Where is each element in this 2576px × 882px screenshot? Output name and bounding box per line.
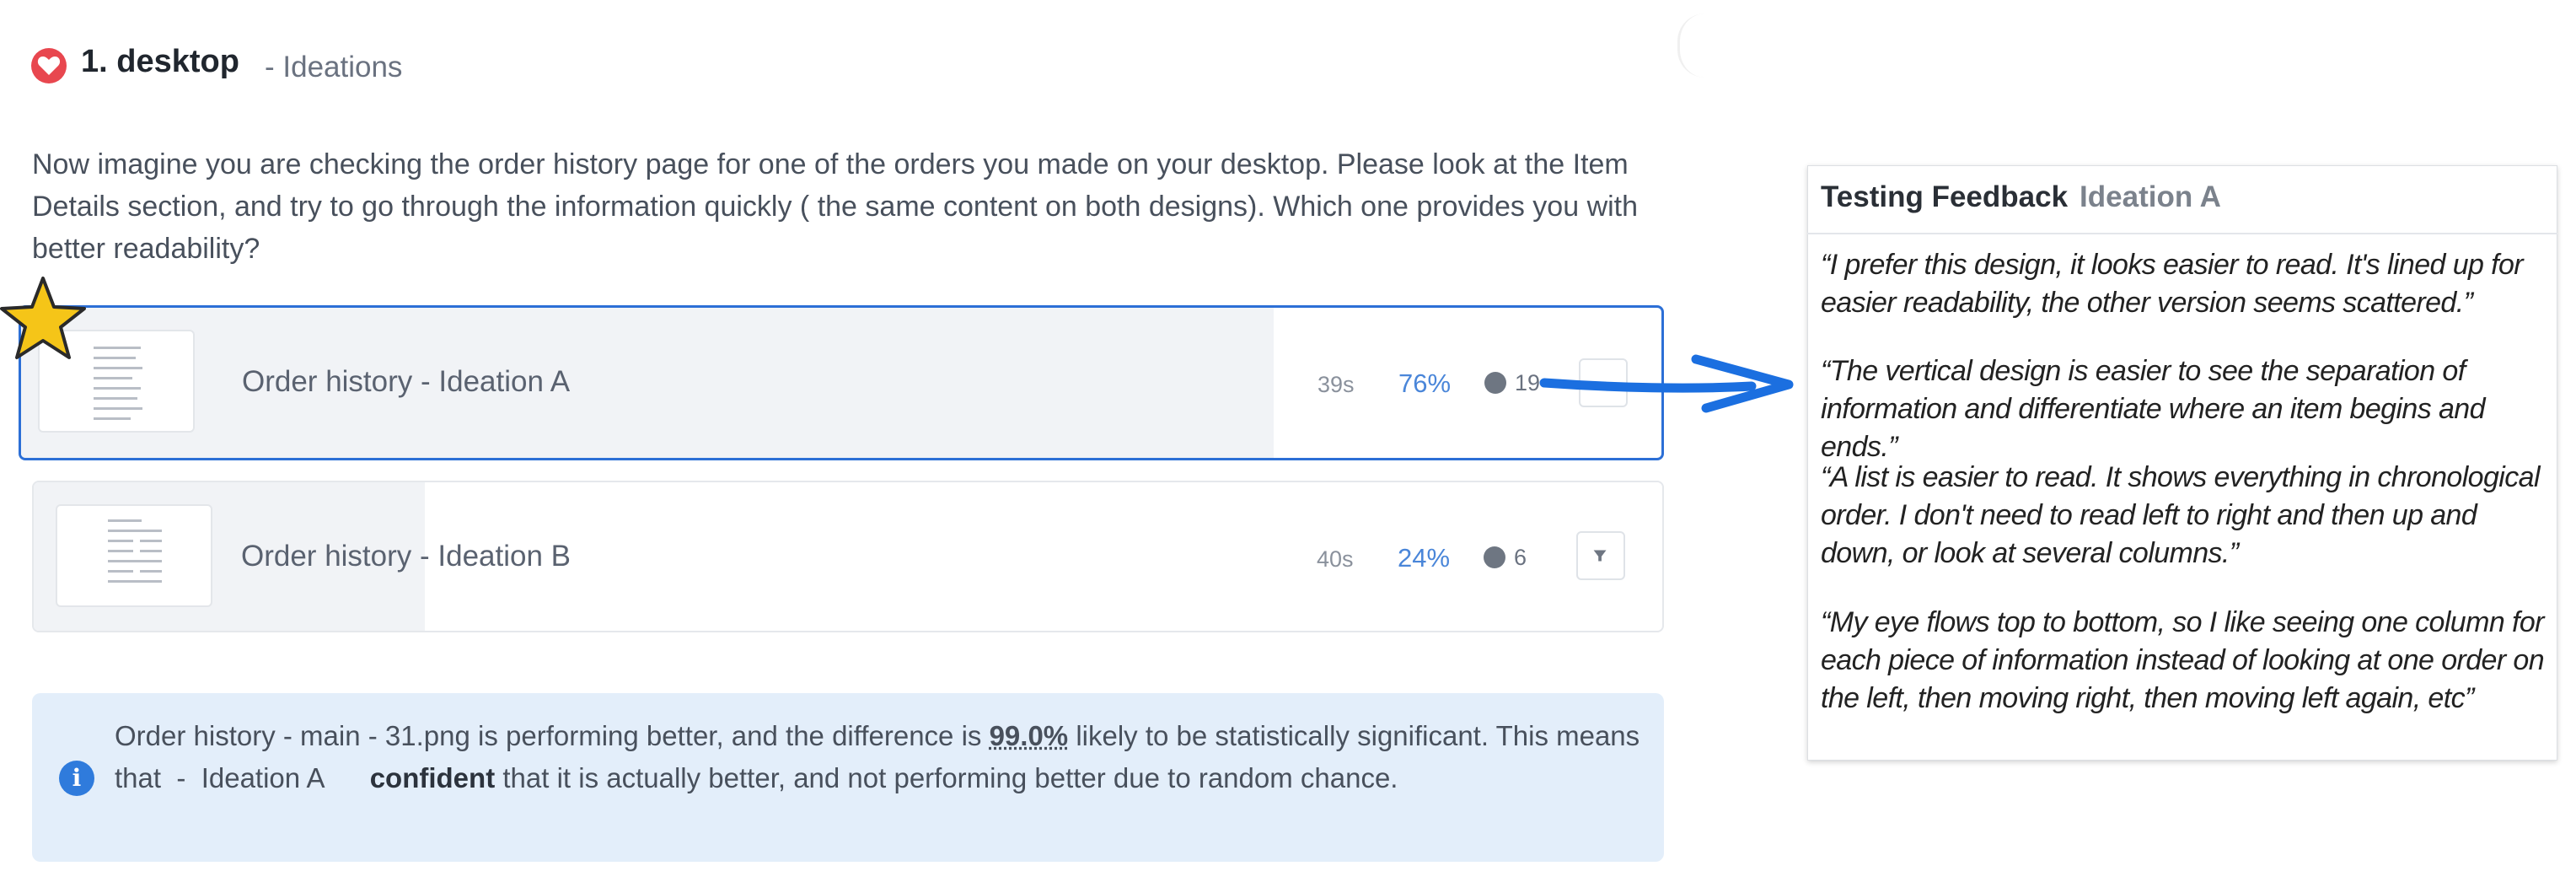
option-name: Order history - Ideation A xyxy=(242,365,571,398)
info-bold-word: confident xyxy=(369,762,496,793)
page-subtitle: - Ideations xyxy=(265,51,403,83)
page-title: 1. desktop xyxy=(81,44,239,79)
arrow-icon xyxy=(1539,354,1794,413)
info-icon: i xyxy=(59,761,94,796)
significance-message: Order history - main - 31.png is perform… xyxy=(115,715,1649,799)
panel-subtitle: Ideation A xyxy=(2080,180,2221,213)
top-corner-decoration xyxy=(1677,13,1705,78)
option-respondents: 6 xyxy=(1484,545,1527,571)
significance-percent: 99.0% xyxy=(989,720,1069,751)
respondent-count: 19 xyxy=(1515,370,1541,395)
user-icon xyxy=(1484,546,1505,568)
star-icon xyxy=(0,277,86,359)
panel-header: Testing Feedback Ideation A xyxy=(1821,180,2221,214)
heart-icon xyxy=(31,48,67,83)
option-time: 39s xyxy=(1318,372,1355,397)
respondent-count: 6 xyxy=(1514,545,1527,570)
option-time: 40s xyxy=(1317,546,1354,572)
filter-icon xyxy=(1593,550,1607,562)
feedback-quote: “My eye flows top to bottom, so I like s… xyxy=(1821,606,2545,714)
option-respondents: 19 xyxy=(1484,370,1540,396)
result-fill-bar xyxy=(21,308,1274,458)
feedback-quote: “I prefer this design, it looks easier t… xyxy=(1821,249,2524,319)
panel-title: Testing Feedback xyxy=(1821,180,2069,213)
option-percent: 24% xyxy=(1398,543,1451,573)
feedback-quote: “A list is easier to read. It shows ever… xyxy=(1821,461,2541,569)
question-text: Now imagine you are checking the order h… xyxy=(32,148,1639,265)
option-card-b[interactable]: Order history - Ideation B 40s 24% 6 xyxy=(32,481,1664,632)
option-thumbnail xyxy=(56,504,212,607)
panel-divider xyxy=(1807,233,2557,234)
feedback-quote: “The vertical design is easier to see th… xyxy=(1821,355,2485,463)
info-text-part: Order history - main - 31.png is perform… xyxy=(115,720,990,751)
option-percent: 76% xyxy=(1398,368,1452,398)
option-name: Order history - Ideation B xyxy=(241,540,571,573)
filter-button[interactable] xyxy=(1576,531,1625,580)
option-card-a[interactable]: Order history - Ideation A 39s 76% 19 xyxy=(19,305,1664,460)
user-icon xyxy=(1484,372,1506,394)
info-text-part: that it is actually better, and not perf… xyxy=(495,762,1398,793)
